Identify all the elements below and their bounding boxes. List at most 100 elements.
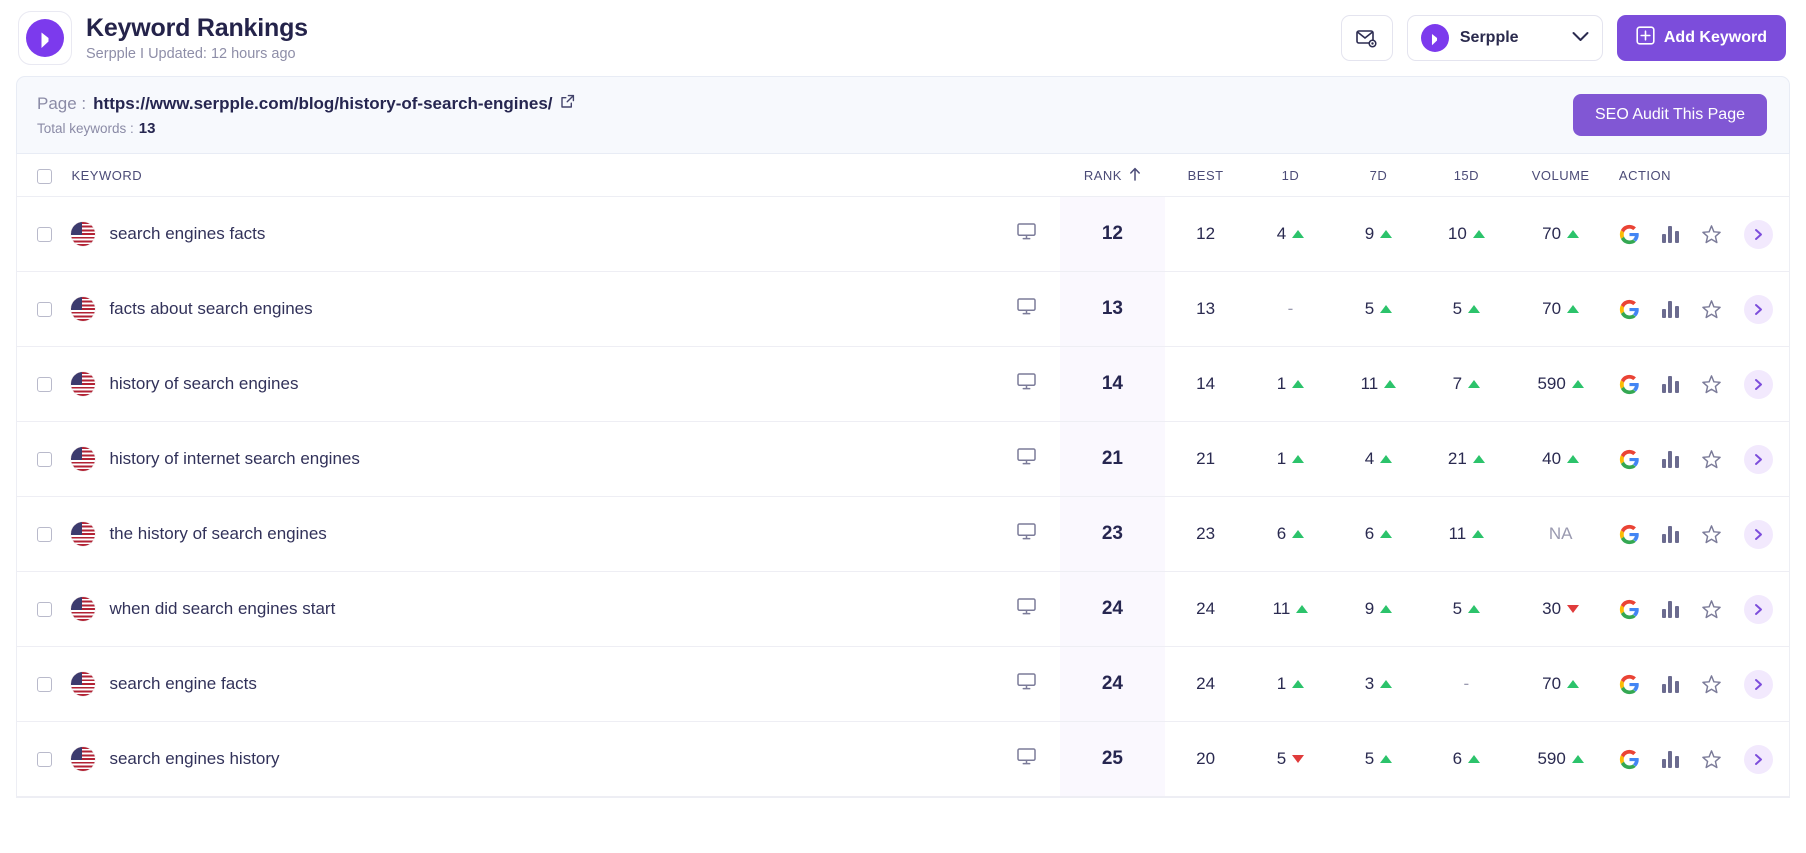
row-expand-button[interactable] [1743, 519, 1773, 549]
add-keyword-button[interactable]: Add Keyword [1616, 15, 1786, 61]
bar-chart-icon[interactable] [1661, 750, 1679, 768]
star-outline-icon[interactable] [1701, 674, 1722, 695]
keyword-cell: the history of search engines [71, 496, 994, 572]
delta-15d-cell: 7 [1422, 346, 1511, 422]
bar-chart-icon[interactable] [1661, 375, 1679, 393]
external-link-icon[interactable] [560, 94, 575, 114]
google-icon[interactable] [1619, 449, 1640, 470]
serpple-mini-logo-icon [1420, 24, 1449, 52]
bar-chart-icon[interactable] [1661, 225, 1679, 243]
google-icon[interactable] [1619, 299, 1640, 320]
google-icon[interactable] [1619, 374, 1640, 395]
header-keyword[interactable]: KEYWORD [71, 154, 994, 197]
row-checkbox[interactable] [36, 602, 52, 618]
row-expand-button[interactable] [1743, 744, 1773, 774]
table-row[interactable]: facts about search engines 13 13 - 5 5 70 [17, 271, 1789, 347]
email-settings-button[interactable] [1340, 15, 1393, 61]
row-checkbox[interactable] [36, 527, 52, 543]
us-flag-icon [71, 372, 96, 396]
bar-chart-icon[interactable] [1661, 600, 1679, 618]
keyword-label[interactable]: search engine facts [109, 674, 256, 694]
row-expand-button[interactable] [1743, 669, 1773, 699]
desktop-icon [1017, 448, 1036, 465]
trend-up-icon [1472, 530, 1485, 538]
row-expand-button[interactable] [1743, 594, 1773, 624]
star-outline-icon[interactable] [1701, 299, 1722, 320]
keyword-label[interactable]: facts about search engines [109, 299, 312, 319]
google-icon[interactable] [1619, 224, 1640, 245]
keyword-label[interactable]: history of internet search engines [109, 449, 359, 469]
star-outline-icon[interactable] [1701, 224, 1722, 245]
project-name: Serpple [1459, 29, 1519, 46]
star-outline-icon[interactable] [1701, 374, 1722, 395]
volume-cell: 70 [1510, 196, 1611, 272]
total-keywords: Total keywords : 13 [37, 120, 1573, 137]
table-row[interactable]: search engines facts 12 12 4 9 10 70 [17, 196, 1789, 272]
table-row[interactable]: the history of search engines 23 23 6 6 11 NA [17, 496, 1789, 572]
row-checkbox[interactable] [36, 452, 52, 468]
google-icon[interactable] [1619, 749, 1640, 770]
table-row[interactable]: search engine facts 24 24 1 3 - 70 [17, 646, 1789, 722]
row-expand-button[interactable] [1743, 294, 1773, 324]
select-all-checkbox[interactable] [36, 168, 52, 184]
page-subtitle: Serpple I Updated: 12 hours ago [86, 46, 296, 62]
keyword-label[interactable]: search engines facts [109, 224, 265, 244]
header-rank[interactable]: RANK [1060, 154, 1165, 197]
row-checkbox[interactable] [36, 302, 52, 318]
delta-1d-value: 11 [1272, 599, 1291, 618]
star-outline-icon[interactable] [1701, 524, 1722, 545]
bar-chart-icon[interactable] [1661, 675, 1679, 693]
header-volume[interactable]: VOLUME [1510, 154, 1611, 197]
trend-up-icon [1292, 230, 1305, 238]
page-url-value[interactable]: https://www.serpple.com/blog/history-of-… [93, 94, 552, 114]
seo-audit-button[interactable]: SEO Audit This Page [1572, 94, 1767, 136]
action-cell [1610, 646, 1789, 722]
header-1d[interactable]: 1D [1246, 154, 1335, 197]
us-flag-icon [71, 222, 96, 246]
trend-up-icon [1380, 680, 1393, 688]
row-checkbox[interactable] [36, 377, 52, 393]
bar-chart-icon[interactable] [1661, 525, 1679, 543]
page-label: Page : [37, 93, 87, 113]
project-selector[interactable]: Serpple [1406, 15, 1603, 61]
volume-value: 70 [1542, 674, 1562, 693]
row-expand-button[interactable] [1743, 219, 1773, 249]
us-flag-icon [71, 447, 96, 471]
trend-up-icon [1567, 455, 1580, 463]
trend-up-icon [1380, 230, 1393, 238]
row-checkbox[interactable] [36, 752, 52, 768]
google-icon[interactable] [1619, 674, 1640, 695]
rank-cell: 13 [1060, 271, 1165, 347]
action-cell [1610, 346, 1789, 422]
keyword-label[interactable]: history of search engines [109, 374, 298, 394]
star-outline-icon[interactable] [1701, 599, 1722, 620]
table-row[interactable]: search engines history 25 20 5 5 6 590 [17, 721, 1789, 797]
keyword-label[interactable]: search engines history [109, 749, 279, 769]
bar-chart-icon[interactable] [1661, 450, 1679, 468]
google-icon[interactable] [1619, 599, 1640, 620]
header-best[interactable]: BEST [1164, 154, 1247, 197]
row-expand-button[interactable] [1743, 444, 1773, 474]
total-keywords-label: Total keywords : [37, 120, 134, 136]
row-checkbox[interactable] [36, 227, 52, 243]
keyword-label[interactable]: when did search engines start [109, 599, 335, 619]
brand-logo [18, 11, 72, 65]
row-expand-button[interactable] [1743, 369, 1773, 399]
row-checkbox[interactable] [36, 677, 52, 693]
delta-7d-value: 9 [1364, 599, 1375, 618]
best-cell: 23 [1164, 496, 1247, 572]
star-outline-icon[interactable] [1701, 749, 1722, 770]
delta-1d: 4 [1277, 224, 1305, 244]
table-row[interactable]: when did search engines start 24 24 11 9 5 30 [17, 571, 1789, 647]
delta-7d-cell: 9 [1334, 571, 1423, 647]
desktop-icon [1017, 298, 1036, 315]
trend-up-icon [1567, 305, 1580, 313]
header-7d[interactable]: 7D [1334, 154, 1423, 197]
star-outline-icon[interactable] [1701, 449, 1722, 470]
table-row[interactable]: history of internet search engines 21 21 1 4… [17, 421, 1789, 497]
header-15d[interactable]: 15D [1422, 154, 1511, 197]
google-icon[interactable] [1619, 524, 1640, 545]
bar-chart-icon[interactable] [1661, 300, 1679, 318]
keyword-label[interactable]: the history of search engines [109, 524, 326, 544]
table-row[interactable]: history of search engines 14 14 1 11 7 590 [17, 346, 1789, 422]
